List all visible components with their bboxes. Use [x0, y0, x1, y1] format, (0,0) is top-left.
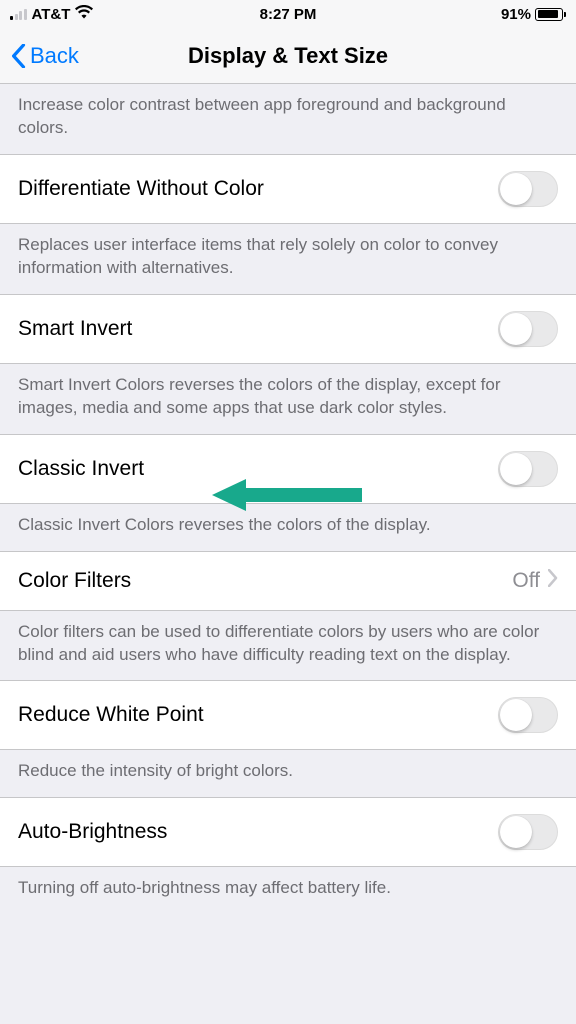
status-bar: AT&T 8:27 PM 91% — [0, 0, 576, 28]
chevron-left-icon — [10, 44, 26, 68]
color-filters-footer: Color filters can be used to differentia… — [0, 611, 576, 681]
smart-invert-row[interactable]: Smart Invert — [0, 294, 576, 364]
color-filters-row[interactable]: Color Filters Off — [0, 551, 576, 611]
carrier-label: AT&T — [32, 6, 71, 23]
status-time: 8:27 PM — [260, 6, 317, 23]
smart-invert-switch[interactable] — [498, 311, 558, 347]
auto-brightness-footer: Turning off auto-brightness may affect b… — [0, 867, 576, 914]
status-left: AT&T — [10, 5, 93, 23]
status-right: 91% — [501, 6, 566, 23]
settings-list: Increase color contrast between app fore… — [0, 84, 576, 914]
row-label: Differentiate Without Color — [18, 177, 264, 201]
row-label: Smart Invert — [18, 317, 132, 341]
differentiate-without-color-row[interactable]: Differentiate Without Color — [0, 154, 576, 224]
page-title: Display & Text Size — [188, 43, 388, 69]
auto-brightness-switch[interactable] — [498, 814, 558, 850]
row-label: Reduce White Point — [18, 703, 204, 727]
wifi-icon — [75, 5, 93, 23]
differentiate-footer: Replaces user interface items that rely … — [0, 224, 576, 294]
navigation-bar: Back Display & Text Size — [0, 28, 576, 84]
smart-invert-footer: Smart Invert Colors reverses the colors … — [0, 364, 576, 434]
reduce-white-point-switch[interactable] — [498, 697, 558, 733]
battery-icon — [535, 8, 566, 21]
classic-invert-switch[interactable] — [498, 451, 558, 487]
cellular-signal-icon — [10, 8, 27, 20]
auto-brightness-row[interactable]: Auto-Brightness — [0, 797, 576, 867]
chevron-right-icon — [548, 569, 558, 593]
classic-invert-row[interactable]: Classic Invert — [0, 434, 576, 504]
row-label: Color Filters — [18, 569, 131, 593]
increase-contrast-footer: Increase color contrast between app fore… — [0, 84, 576, 154]
reduce-white-point-row[interactable]: Reduce White Point — [0, 680, 576, 750]
row-label: Classic Invert — [18, 457, 144, 481]
battery-percent: 91% — [501, 6, 531, 23]
differentiate-switch[interactable] — [498, 171, 558, 207]
back-button[interactable]: Back — [10, 43, 79, 69]
color-filters-value: Off — [512, 569, 540, 593]
reduce-white-point-footer: Reduce the intensity of bright colors. — [0, 750, 576, 797]
classic-invert-footer: Classic Invert Colors reverses the color… — [0, 504, 576, 551]
row-label: Auto-Brightness — [18, 820, 167, 844]
back-label: Back — [30, 43, 79, 69]
